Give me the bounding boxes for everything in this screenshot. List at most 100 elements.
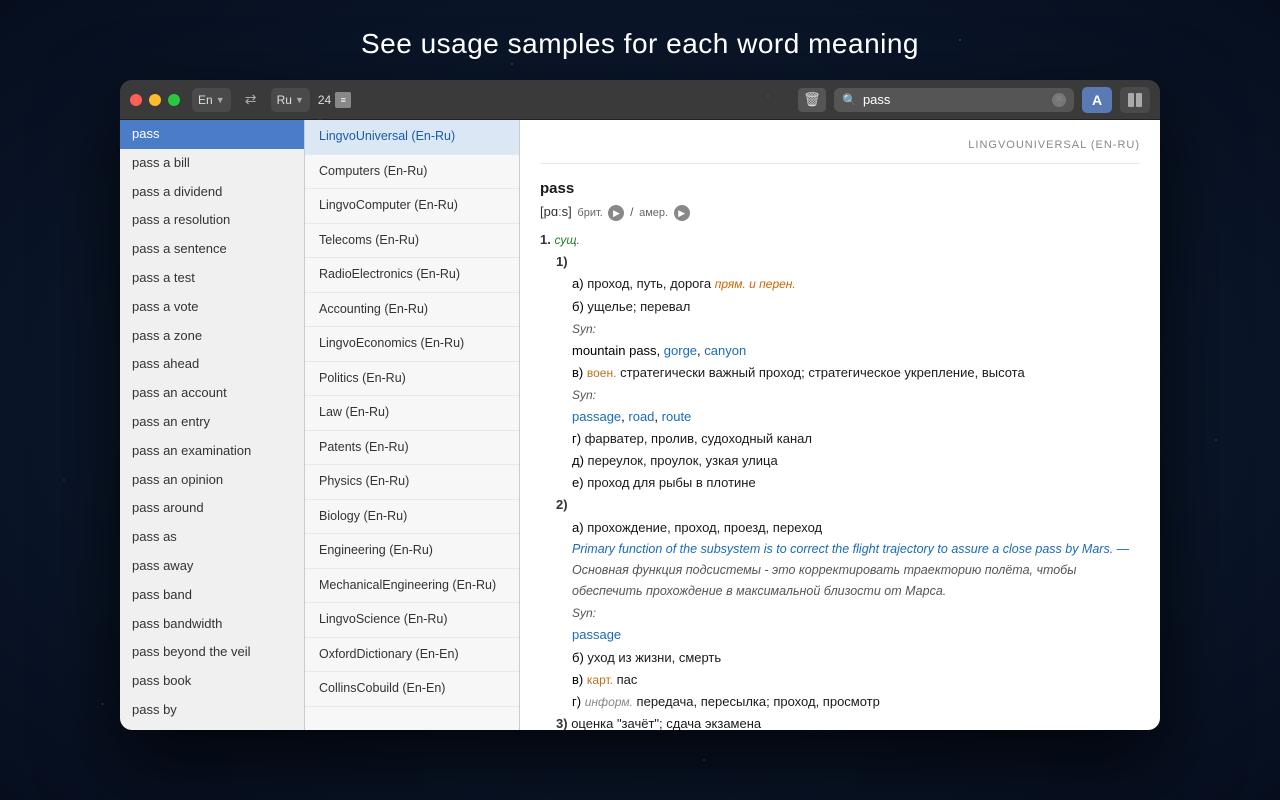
sense-1b-syn-links: mountain pass, gorge, canyon [572, 340, 1140, 362]
syn-gorge[interactable]: gorge [664, 343, 697, 358]
search-icon: 🔍 [842, 93, 857, 107]
sense-1e-text: переулок, проулок, узкая улица [588, 453, 778, 468]
lang-from-selector[interactable]: En ▼ [192, 88, 231, 112]
dict-item-telecoms[interactable]: Telecoms (En-Ru) [305, 224, 519, 259]
info-inform: информ. [585, 695, 633, 709]
font-size-button[interactable]: A [1082, 87, 1112, 113]
word-item-pass-a-vote[interactable]: pass a vote [120, 293, 304, 322]
sense-1f-text: проход для рыбы в плотине [587, 475, 756, 490]
word-list-panel: pass pass a bill pass a dividend pass a … [120, 120, 305, 730]
sense-1e-label: д) [572, 453, 584, 468]
syn-route[interactable]: route [662, 409, 692, 424]
word-item-pass-an-examination[interactable]: pass an examination [120, 437, 304, 466]
word-item-pass-a-zone[interactable]: pass a zone [120, 322, 304, 351]
sense-2a-syn-links: passage [572, 624, 1140, 646]
example-en-1: Primary function of the subsystem is to … [572, 539, 1140, 560]
word-item-pass-around[interactable]: pass around [120, 494, 304, 523]
word-item-pass-away[interactable]: pass away [120, 552, 304, 581]
sense-2c-text: пас [617, 672, 638, 687]
lang-to-arrow: ▼ [295, 95, 304, 105]
swap-languages-button[interactable]: ⇄ [239, 88, 263, 112]
title-bar: En ▼ ⇄ Ru ▼ 24 ≡ 🗑 🔍 ✕ A [120, 80, 1160, 120]
search-clear-button[interactable]: ✕ [1052, 93, 1066, 107]
sense-1d-text: фарватер, пролив, судоходный канал [585, 431, 812, 446]
app-window: En ▼ ⇄ Ru ▼ 24 ≡ 🗑 🔍 ✕ A [120, 80, 1160, 730]
sense-2d-text: передача, пересылка; проход, просмотр [637, 694, 880, 709]
sense-2c: в) карт. пас [572, 669, 1140, 691]
dict-item-patents[interactable]: Patents (En-Ru) [305, 431, 519, 466]
sense-1c-syn: Syn: [572, 384, 1140, 406]
word-item-pass-band[interactable]: pass band [120, 581, 304, 610]
word-item-pass-an-entry[interactable]: pass an entry [120, 408, 304, 437]
dict-item-physics[interactable]: Physics (En-Ru) [305, 465, 519, 500]
sense-main-1: 1. [540, 232, 551, 247]
word-item-pass-a-sentence[interactable]: pass a sentence [120, 235, 304, 264]
dict-item-radioelectronics[interactable]: RadioElectronics (En-Ru) [305, 258, 519, 293]
sense-1b-text: ущелье; перевал [587, 299, 690, 314]
dict-item-lingvoeconomics[interactable]: LingvoEconomics (En-Ru) [305, 327, 519, 362]
dict-item-collinscobuild[interactable]: CollinsCobuild (En-En) [305, 672, 519, 707]
traffic-lights [130, 94, 180, 106]
dict-item-accounting[interactable]: Accounting (En-Ru) [305, 293, 519, 328]
sense-2: 2) а) прохождение, проход, проезд, перех… [556, 494, 1140, 712]
sense-1a: а) проход, путь, дорога прям. и перен. [572, 273, 1140, 295]
dict-item-oxforddictionary[interactable]: OxfordDictionary (En-En) [305, 638, 519, 673]
dict-item-politics[interactable]: Politics (En-Ru) [305, 362, 519, 397]
dict-item-computers[interactable]: Computers (En-Ru) [305, 155, 519, 190]
maximize-button[interactable] [168, 94, 180, 106]
word-item-pass-a-resolution[interactable]: pass a resolution [120, 206, 304, 235]
lang-to-label: Ru [277, 93, 292, 107]
dict-count: 24 ≡ [318, 92, 351, 108]
dict-item-lingvouniversal[interactable]: LingvoUniversal (En-Ru) [305, 120, 519, 155]
dict-item-lingvocomputer[interactable]: LingvoComputer (En-Ru) [305, 189, 519, 224]
word-item-pass-a-dividend[interactable]: pass a dividend [120, 178, 304, 207]
search-input[interactable] [863, 92, 1046, 107]
word-item-pass-book[interactable]: pass book [120, 667, 304, 696]
dict-item-mechanicalengineering[interactable]: MechanicalEngineering (En-Ru) [305, 569, 519, 604]
sense-2b-text: уход из жизни, смерть [587, 650, 721, 665]
lang-from-arrow: ▼ [216, 95, 225, 105]
sense-2-num: 2) [556, 497, 568, 512]
sense-3-text: оценка "зачёт"; сдача экзамена [571, 716, 761, 730]
syn-passage[interactable]: passage [572, 409, 621, 424]
dict-item-law[interactable]: Law (En-Ru) [305, 396, 519, 431]
amer-audio-button[interactable]: ▶ [674, 205, 690, 221]
syn-label-3: Syn: [572, 606, 596, 620]
word-item-pass-an-opinion[interactable]: pass an opinion [120, 466, 304, 495]
word-item-pass[interactable]: pass [120, 120, 304, 149]
dict-item-engineering[interactable]: Engineering (En-Ru) [305, 534, 519, 569]
lang-from-label: En [198, 93, 213, 107]
syn-canyon[interactable]: canyon [704, 343, 746, 358]
sense-1c: в) воен. стратегически важный проход; ст… [572, 362, 1140, 384]
layout-toggle-button[interactable] [1120, 87, 1150, 113]
sense-2a-example: Primary function of the subsystem is to … [572, 539, 1140, 603]
clear-history-button[interactable]: 🗑 [798, 88, 826, 112]
dict-item-lingvoscience[interactable]: LingvoScience (En-Ru) [305, 603, 519, 638]
word-item-pass-by-address[interactable]: pass by address [120, 725, 304, 730]
word-item-pass-an-account[interactable]: pass an account [120, 379, 304, 408]
entry-header: pass [pɑːs] брит. ▶ / амер. ▶ [540, 176, 1140, 224]
domain-cart: карт. [587, 673, 613, 687]
lang-to-selector[interactable]: Ru ▼ [271, 88, 310, 112]
word-item-pass-ahead[interactable]: pass ahead [120, 350, 304, 379]
minimize-button[interactable] [149, 94, 161, 106]
sense-2d: г) информ. передача, пересылка; проход, … [572, 691, 1140, 713]
word-item-pass-bandwidth[interactable]: pass bandwidth [120, 610, 304, 639]
word-item-pass-as[interactable]: pass as [120, 523, 304, 552]
syn-road[interactable]: road [628, 409, 654, 424]
word-item-pass-a-test[interactable]: pass a test [120, 264, 304, 293]
page-headline: See usage samples for each word meaning [0, 0, 1280, 80]
brit-audio-button[interactable]: ▶ [608, 205, 624, 221]
word-item-pass-by[interactable]: pass by [120, 696, 304, 725]
word-item-pass-a-bill[interactable]: pass a bill [120, 149, 304, 178]
sense-1-num: 1) [556, 254, 568, 269]
amer-label: амер. [639, 207, 668, 219]
syn-passage-2[interactable]: passage [572, 627, 621, 642]
dict-item-biology[interactable]: Biology (En-Ru) [305, 500, 519, 535]
close-button[interactable] [130, 94, 142, 106]
dict-list-panel: LingvoUniversal (En-Ru) Computers (En-Ru… [305, 120, 520, 730]
sense-1c-syn-links: passage, road, route [572, 406, 1140, 428]
sense-2a-syn: Syn: [572, 602, 1140, 624]
sense-1a-note: прям. и перен. [715, 277, 796, 291]
word-item-pass-beyond-the-veil[interactable]: pass beyond the veil [120, 638, 304, 667]
